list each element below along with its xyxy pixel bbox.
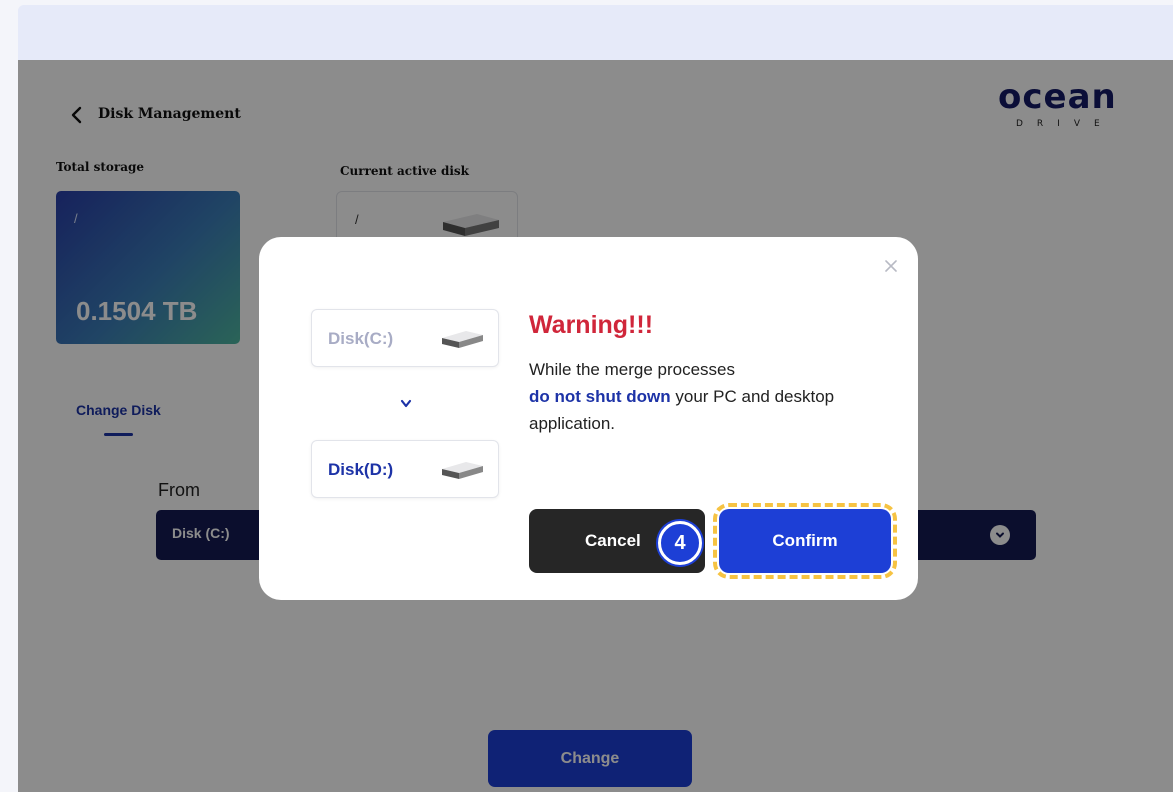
warning-highlight: do not shut down: [529, 387, 671, 406]
confirm-button[interactable]: Confirm: [713, 503, 897, 579]
cancel-label: Cancel: [585, 531, 641, 550]
source-disk-box: Disk(C:): [311, 309, 499, 367]
source-disk-name: Disk(C:): [328, 329, 394, 348]
target-disk-name: Disk(D:): [328, 460, 394, 479]
chevron-down-icon: [399, 397, 413, 409]
hard-drive-icon: [440, 330, 484, 355]
warning-message: While the merge processes do not shut do…: [529, 356, 889, 437]
top-bar: [18, 5, 1173, 60]
warning-line-1: While the merge processes: [529, 360, 735, 379]
target-disk-box: Disk(D:): [311, 440, 499, 498]
close-icon[interactable]: [882, 257, 900, 275]
hard-drive-icon: [440, 461, 484, 486]
app-frame: Disk Management ocean DRIVE Total storag…: [18, 5, 1173, 792]
step-number-badge: 4: [658, 521, 702, 565]
warning-title: Warning!!!: [529, 311, 654, 339]
warning-modal: Disk(C:) Disk(D:) Warning!!! While the m…: [259, 237, 918, 600]
